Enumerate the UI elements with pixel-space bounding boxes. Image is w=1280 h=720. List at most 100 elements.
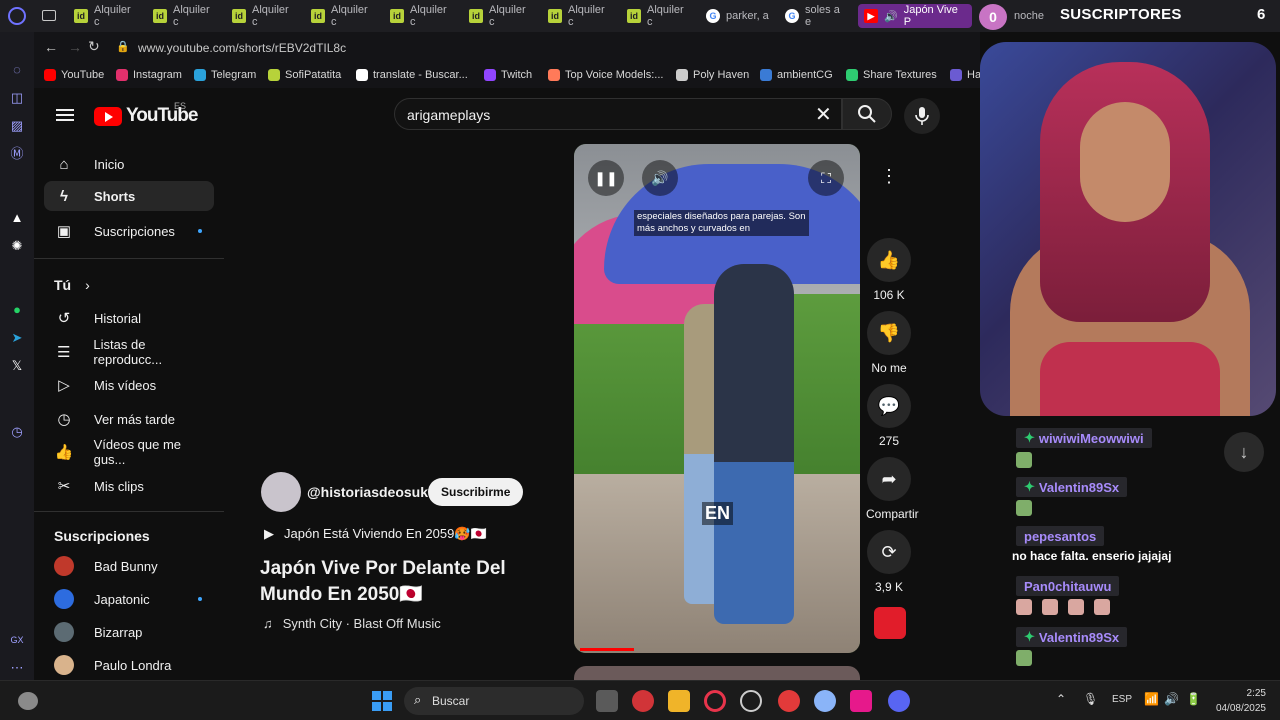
subscription-item[interactable]: Bizarrap xyxy=(44,617,214,647)
clock[interactable]: 2:25 04/08/2025 xyxy=(1212,686,1266,716)
app-circle-icon[interactable] xyxy=(778,690,800,712)
bookmark-item[interactable]: Top Voice Models:... xyxy=(548,69,663,81)
telegram-icon[interactable]: ➤ xyxy=(9,330,25,346)
history-icon[interactable]: ◷ xyxy=(9,424,25,440)
bookmark-item[interactable]: Instagram xyxy=(116,69,182,81)
app-icon[interactable]: ▲ xyxy=(9,210,25,226)
search-input[interactable]: arigameplays xyxy=(407,107,490,123)
url-field[interactable]: www.youtube.com/shorts/rEBV2dTIL8c xyxy=(138,41,346,55)
subscription-item[interactable]: Paulo Londra xyxy=(44,650,214,680)
browser-tab[interactable]: Gsoles a e xyxy=(779,4,855,28)
tab-manager-icon[interactable] xyxy=(42,10,56,21)
app-red-icon[interactable] xyxy=(632,690,654,712)
language-indicator[interactable]: ESP xyxy=(1112,694,1132,705)
comments-button[interactable]: 💬 275 xyxy=(866,384,912,448)
forward-icon[interactable]: → xyxy=(68,39,82,55)
bookmark-item[interactable]: ambientCG xyxy=(760,69,833,81)
gx-icon[interactable]: GX xyxy=(9,632,25,648)
nav-item-playlists[interactable]: ☰ Listas de reproducc... xyxy=(44,337,214,367)
x-icon[interactable]: 𝕏 xyxy=(9,358,25,374)
whatsapp-icon[interactable]: ● xyxy=(9,302,25,318)
channel-name[interactable]: @historiasdeosuke xyxy=(307,484,436,500)
app-pink-icon[interactable] xyxy=(850,690,872,712)
volume-icon[interactable]: 🔊 xyxy=(1164,692,1179,706)
channel-avatar[interactable] xyxy=(261,472,301,512)
more-icon[interactable]: ⋯ xyxy=(9,660,25,676)
lock-icon[interactable]: 🔒 xyxy=(116,40,130,53)
more-options-button[interactable]: ⋮ xyxy=(866,154,912,204)
discord-icon[interactable] xyxy=(888,690,910,712)
task-view-icon[interactable] xyxy=(596,690,618,712)
nav-item-liked-videos[interactable]: 👍 Vídeos que me gus... xyxy=(44,437,214,467)
browser-tab[interactable]: id Alquiler c xyxy=(542,4,618,28)
bookmark-item[interactable]: Telegram xyxy=(194,69,256,81)
wifi-icon[interactable]: 📶 xyxy=(1144,692,1159,706)
music-link[interactable]: ♫ Synth City · Blast Off Music xyxy=(263,616,441,631)
share-button[interactable]: ➦ Compartir xyxy=(866,457,919,521)
subscription-item[interactable]: Japatonic xyxy=(44,584,214,614)
obs-icon[interactable] xyxy=(740,690,762,712)
chevron-up-icon[interactable]: ⌃ xyxy=(1056,692,1066,706)
scroll-down-icon[interactable]: ↓ xyxy=(1224,432,1264,472)
bookmark-item[interactable]: Twitch xyxy=(484,69,532,81)
video-progress-bar[interactable] xyxy=(580,648,634,651)
weather-icon[interactable] xyxy=(18,692,38,710)
reload-icon[interactable]: ↻ xyxy=(88,38,100,55)
browser-tab[interactable]: id Alquiler c xyxy=(147,4,223,28)
channel-avatar xyxy=(54,622,74,642)
microphone-icon[interactable]: 🎙 xyxy=(1083,692,1098,706)
aria-icon[interactable]: ◌ xyxy=(9,62,25,78)
sound-thumbnail[interactable] xyxy=(874,607,906,639)
pause-button[interactable]: ❚❚ xyxy=(588,160,624,196)
start-icon[interactable] xyxy=(372,691,392,711)
opera-logo-icon[interactable] xyxy=(8,7,26,25)
chatgpt-icon[interactable]: ✺ xyxy=(9,238,25,254)
you-section-title[interactable]: Tú › xyxy=(54,277,90,293)
settings-icon[interactable] xyxy=(814,690,836,712)
bookmark-item[interactable]: Share Textures xyxy=(846,69,937,81)
next-short-preview[interactable] xyxy=(574,666,860,680)
browser-tab[interactable]: id Alquiler c xyxy=(463,4,539,28)
nav-item-mis-clips[interactable]: ✂ Mis clips xyxy=(44,471,214,501)
search-button[interactable] xyxy=(842,98,892,130)
pinboard-icon[interactable]: ▨ xyxy=(9,118,25,134)
nav-item-shorts[interactable]: ϟ Shorts xyxy=(44,181,214,211)
subscribe-button[interactable]: Suscribirme xyxy=(428,478,524,506)
menu-icon[interactable] xyxy=(56,106,74,124)
file-explorer-icon[interactable] xyxy=(668,690,690,712)
remix-button[interactable]: ⟳ 3,9 K xyxy=(866,530,912,594)
back-icon[interactable]: ← xyxy=(44,39,58,55)
opera-gx-icon[interactable] xyxy=(704,690,726,712)
voice-search-button[interactable] xyxy=(904,98,940,134)
nav-item-inicio[interactable]: ⌂ Inicio xyxy=(44,149,214,179)
subscription-item[interactable]: Bad Bunny xyxy=(44,551,214,581)
dislike-button[interactable]: 👎 No me ... xyxy=(866,311,912,389)
browser-tab[interactable]: id Alquiler c xyxy=(305,4,381,28)
bookmark-item[interactable]: YouTube xyxy=(44,69,104,81)
browser-tab-active[interactable]: ▶ 🔊 Japón Vive P xyxy=(858,4,972,28)
battery-icon[interactable]: 🔋 xyxy=(1186,692,1201,706)
bookmark-item[interactable]: SofiPatatita xyxy=(268,69,341,81)
messenger-icon[interactable]: Ⓜ xyxy=(9,146,25,162)
volume-button[interactable]: 🔊 xyxy=(642,160,678,196)
bookmark-item[interactable]: translate - Buscar... xyxy=(356,69,468,81)
browser-tab[interactable]: id Alquiler c xyxy=(68,4,144,28)
search-box[interactable]: arigameplays ✕ xyxy=(394,98,842,130)
workspace-icon[interactable]: ◫ xyxy=(9,90,25,106)
playlist-link[interactable]: ▶ Japón Está Viviendo En 2059🥵🇯🇵 xyxy=(264,526,487,542)
short-video-player[interactable]: especiales diseñados para parejas. Son m… xyxy=(574,144,860,653)
browser-tab[interactable]: id Alquiler c xyxy=(384,4,460,28)
browser-tab[interactable]: id Alquiler c xyxy=(226,4,302,28)
nav-item-historial[interactable]: ↺ Historial xyxy=(44,303,214,333)
bookmark-item[interactable]: Poly Haven xyxy=(676,69,749,81)
browser-tab[interactable]: id Alquiler c xyxy=(621,4,697,28)
nav-item-suscripciones[interactable]: ▣ Suscripciones xyxy=(44,216,214,246)
taskbar-search[interactable]: ⌕ Buscar xyxy=(404,687,584,715)
fullscreen-button[interactable]: ⛶ xyxy=(808,160,844,196)
browser-tab[interactable]: noche xyxy=(1008,4,1058,28)
nav-item-mis-videos[interactable]: ▷ Mis vídeos xyxy=(44,370,214,400)
nav-item-ver-mas-tarde[interactable]: ◷ Ver más tarde xyxy=(44,404,214,434)
clear-search-icon[interactable]: ✕ xyxy=(815,102,832,127)
browser-tab[interactable]: Gparker, a xyxy=(700,4,776,28)
like-button[interactable]: 👍 106 K xyxy=(866,238,912,302)
